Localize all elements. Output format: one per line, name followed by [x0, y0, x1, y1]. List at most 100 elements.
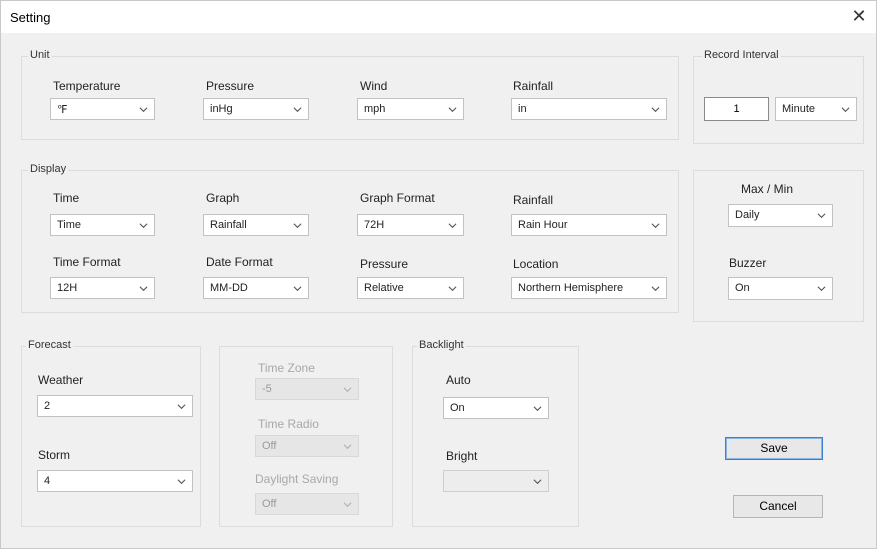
bright-label: Bright [446, 449, 478, 463]
wind-select[interactable]: mph [357, 98, 464, 120]
display-rainfall-label: Rainfall [513, 193, 554, 207]
title-bar: Setting ✕ [1, 1, 876, 33]
graph-format-select[interactable]: 72H [357, 214, 464, 236]
weather-select[interactable]: 2 [37, 395, 193, 417]
forecast-legend: Forecast [26, 339, 73, 351]
display-rainfall-select[interactable]: Rain Hour [511, 214, 667, 236]
graph-select[interactable]: Rainfall [203, 214, 309, 236]
auto-value: On [450, 402, 465, 414]
backlight-group: Backlight [412, 339, 579, 527]
location-value: Northern Hemisphere [518, 282, 624, 294]
time-label: Time [53, 191, 80, 205]
chevron-down-icon [533, 406, 542, 412]
date-format-label: Date Format [206, 255, 273, 269]
chevron-down-icon [177, 404, 186, 410]
pressure-unit-label: Pressure [206, 79, 255, 93]
auto-select[interactable]: On [443, 397, 549, 419]
chevron-down-icon [343, 502, 352, 508]
window-title: Setting [10, 10, 51, 25]
storm-value: 4 [44, 475, 51, 487]
record-interval-value: 1 [733, 103, 740, 115]
settings-window: Setting ✕ Unit Temperature ℉ Pressure in… [0, 0, 877, 549]
time-zone-select: -5 [255, 378, 359, 400]
time-radio-select: Off [255, 435, 359, 457]
display-pressure-select[interactable]: Relative [357, 277, 464, 299]
chevron-down-icon [177, 479, 186, 485]
time-radio-value: Off [262, 440, 277, 452]
daylight-saving-value: Off [262, 498, 277, 510]
graph-label: Graph [206, 191, 240, 205]
chevron-down-icon [448, 286, 457, 292]
rainfall-unit-select[interactable]: in [511, 98, 667, 120]
time-format-select[interactable]: 12H [50, 277, 155, 299]
graph-value: Rainfall [210, 219, 247, 231]
time-value: Time [57, 219, 82, 231]
chevron-down-icon [817, 286, 826, 292]
time-format-label: Time Format [53, 255, 121, 269]
graph-format-value: 72H [364, 219, 385, 231]
record-interval-input[interactable]: 1 [704, 97, 769, 121]
chevron-down-icon [651, 107, 660, 113]
time-format-value: 12H [57, 282, 78, 294]
buzzer-select[interactable]: On [728, 277, 833, 300]
pressure-unit-select[interactable]: inHg [203, 98, 309, 120]
record-interval-unit-value: Minute [782, 103, 816, 115]
location-label: Location [513, 257, 559, 271]
weather-value: 2 [44, 400, 51, 412]
chevron-down-icon [293, 223, 302, 229]
display-pressure-label: Pressure [360, 257, 409, 271]
storm-label: Storm [38, 448, 71, 462]
chevron-down-icon [343, 387, 352, 393]
chevron-down-icon [293, 107, 302, 113]
location-select[interactable]: Northern Hemisphere [511, 277, 667, 299]
temperature-value: ℉ [57, 104, 68, 116]
daylight-saving-select: Off [255, 493, 359, 515]
bright-select[interactable] [443, 470, 549, 492]
unit-legend: Unit [28, 49, 52, 61]
storm-select[interactable]: 4 [37, 470, 193, 492]
wind-value: mph [364, 103, 386, 115]
chevron-down-icon [139, 223, 148, 229]
chevron-down-icon [448, 107, 457, 113]
daylight-saving-label: Daylight Saving [255, 472, 339, 486]
maxmin-label: Max / Min [741, 182, 794, 196]
display-pressure-value: Relative [364, 282, 404, 294]
buzzer-value: On [735, 282, 750, 294]
chevron-down-icon [139, 286, 148, 292]
chevron-down-icon [533, 479, 542, 485]
chevron-down-icon [841, 107, 850, 113]
weather-label: Weather [38, 373, 84, 387]
temperature-select[interactable]: ℉ [50, 98, 155, 120]
pressure-unit-value: inHg [210, 103, 233, 115]
auto-label: Auto [446, 373, 471, 387]
chevron-down-icon [651, 286, 660, 292]
rainfall-unit-label: Rainfall [513, 79, 554, 93]
close-icon[interactable]: ✕ [846, 5, 872, 29]
display-legend: Display [28, 163, 69, 175]
display-rainfall-value: Rain Hour [518, 219, 568, 231]
time-radio-label: Time Radio [258, 417, 319, 431]
time-select[interactable]: Time [50, 214, 155, 236]
graph-format-label: Graph Format [360, 191, 435, 205]
buzzer-label: Buzzer [729, 256, 767, 270]
time-zone-value: -5 [262, 383, 272, 395]
cancel-button[interactable]: Cancel [733, 495, 823, 518]
chevron-down-icon [343, 444, 352, 450]
save-button[interactable]: Save [725, 437, 823, 460]
date-format-select[interactable]: MM-DD [203, 277, 309, 299]
chevron-down-icon [448, 223, 457, 229]
rainfall-unit-value: in [518, 103, 527, 115]
time-zone-label: Time Zone [258, 361, 315, 375]
chevron-down-icon [651, 223, 660, 229]
backlight-legend: Backlight [417, 339, 466, 351]
wind-label: Wind [360, 79, 388, 93]
maxmin-value: Daily [735, 209, 760, 221]
record-interval-legend: Record Interval [702, 49, 781, 61]
maxmin-select[interactable]: Daily [728, 204, 833, 227]
chevron-down-icon [293, 286, 302, 292]
chevron-down-icon [817, 213, 826, 219]
record-interval-unit-select[interactable]: Minute [775, 97, 857, 121]
temperature-label: Temperature [53, 79, 121, 93]
chevron-down-icon [139, 107, 148, 113]
date-format-value: MM-DD [210, 282, 248, 294]
